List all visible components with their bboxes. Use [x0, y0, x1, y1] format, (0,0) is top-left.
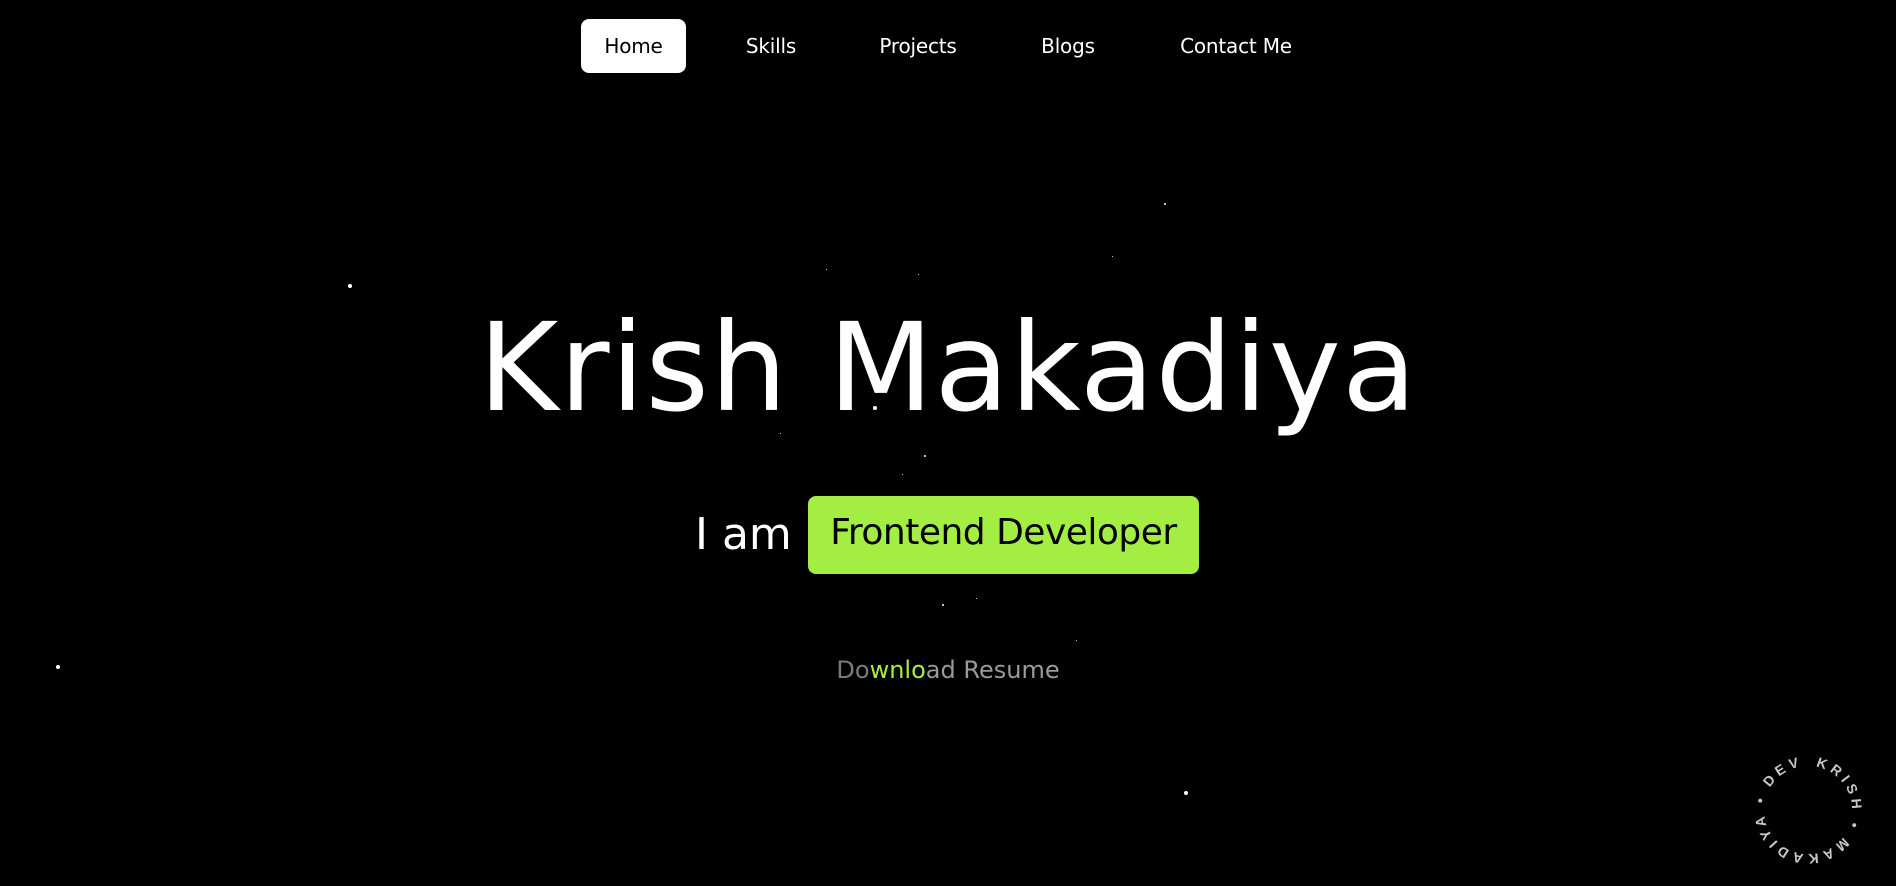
top-nav: Home Skills Projects Blogs Contact Me — [0, 19, 1896, 73]
tagline: I am Frontend Developer — [0, 496, 1896, 574]
star-decoration — [924, 455, 926, 457]
download-label-part-highlight: wnlo — [869, 656, 926, 684]
star-decoration — [902, 474, 903, 475]
nav-item-blogs[interactable]: Blogs — [1025, 19, 1111, 73]
star-decoration — [1112, 256, 1113, 257]
star-decoration — [826, 269, 827, 270]
circle-text-graphic: KRISH • MAKADIYA • DEV • — [1742, 735, 1894, 880]
circle-text: KRISH • MAKADIYA • DEV • — [1746, 748, 1870, 872]
rotating-name-badge: KRISH • MAKADIYA • DEV • — [1742, 735, 1894, 880]
download-label-part: Resume — [955, 656, 1060, 684]
download-label-part: Do — [836, 656, 870, 684]
star-decoration — [1164, 203, 1166, 205]
nav-item-home[interactable]: Home — [581, 19, 686, 73]
page: Home Skills Projects Blogs Contact Me Kr… — [0, 0, 1896, 886]
download-resume-link[interactable]: Download Resume — [0, 652, 1896, 688]
role-badge: Frontend Developer — [808, 496, 1199, 574]
tagline-prefix: I am — [695, 509, 792, 560]
download-label-part: ad — [925, 656, 956, 684]
star-decoration — [1076, 640, 1077, 641]
star-decoration — [918, 274, 919, 275]
star-decoration — [1184, 791, 1188, 795]
nav-item-projects[interactable]: Projects — [864, 19, 972, 73]
star-decoration — [348, 284, 352, 288]
star-decoration — [976, 598, 977, 599]
nav-item-skills[interactable]: Skills — [725, 19, 817, 73]
star-decoration — [942, 604, 944, 606]
nav-item-contact[interactable]: Contact Me — [1165, 19, 1307, 73]
hero-name: Krish Makadiya — [478, 297, 1418, 439]
